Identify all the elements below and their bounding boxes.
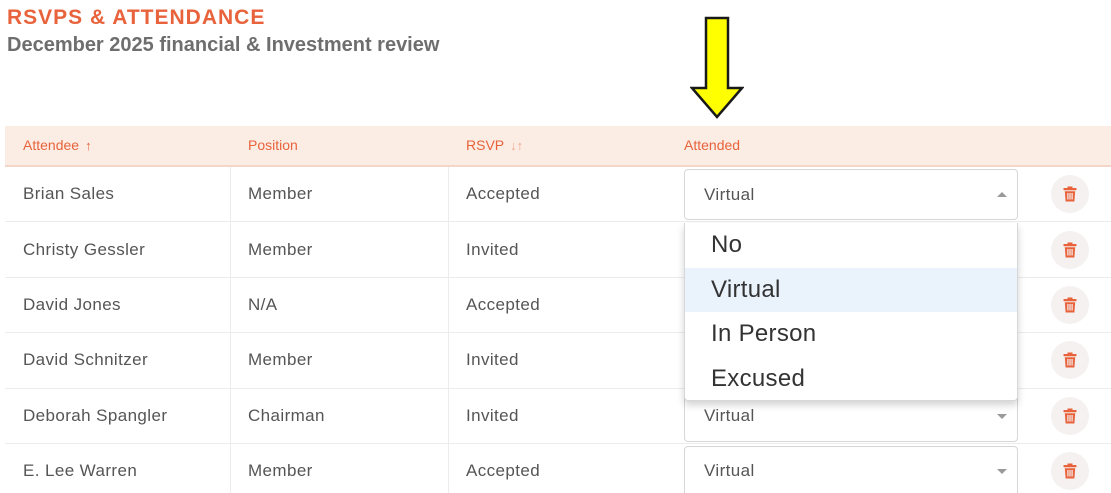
column-divider — [448, 222, 449, 277]
attended-select[interactable]: Virtual — [684, 169, 1018, 220]
trash-icon — [1063, 463, 1077, 479]
rsvp-status: Accepted — [466, 461, 541, 481]
attended-value: Virtual — [704, 184, 755, 204]
attendee-position: Member — [248, 184, 313, 204]
column-divider — [448, 167, 449, 222]
attended-value: Virtual — [704, 461, 755, 481]
attended-select[interactable]: Virtual — [684, 445, 1018, 493]
column-divider — [448, 277, 449, 333]
dropdown-caret-down-icon — [997, 414, 1007, 420]
delete-button[interactable] — [1051, 285, 1089, 324]
attendee-position: N/A — [248, 294, 278, 314]
dropdown-option-in-person[interactable]: In Person — [685, 312, 1017, 357]
table-header: Attendee ↑ Position RSVP ↓↑ Attended — [5, 126, 1111, 167]
trash-icon — [1063, 186, 1077, 202]
column-divider — [230, 443, 231, 493]
column-divider — [230, 277, 231, 333]
column-header-label: Attended — [684, 137, 741, 153]
delete-button[interactable] — [1051, 175, 1089, 214]
column-header-label: Attendee — [23, 137, 80, 153]
column-divider — [230, 388, 231, 443]
dropdown-option-excused[interactable]: Excused — [685, 357, 1017, 402]
column-divider — [448, 388, 449, 443]
annotation-arrow-icon — [690, 16, 744, 119]
attendee-name: E. Lee Warren — [23, 461, 138, 481]
rsvp-status: Invited — [466, 350, 519, 370]
column-header-attendee[interactable]: Attendee ↑ — [23, 126, 92, 165]
table-row: Brian Sales Member Accepted Virtual — [5, 167, 1111, 223]
attendee-name: David Jones — [23, 294, 121, 314]
section-title: RSVPS & ATTENDANCE — [7, 6, 266, 29]
column-divider — [230, 167, 231, 222]
column-header-label: Position — [248, 137, 298, 153]
dropdown-option-virtual[interactable]: Virtual — [685, 267, 1017, 312]
attendee-position: Chairman — [248, 405, 325, 425]
column-divider — [230, 333, 231, 388]
rsvp-status: Accepted — [466, 294, 541, 314]
delete-button[interactable] — [1051, 396, 1089, 435]
delete-button[interactable] — [1051, 341, 1089, 380]
attended-dropdown-menu: No Virtual In Person Excused — [684, 223, 1018, 401]
column-header-attended[interactable]: Attended — [684, 126, 740, 165]
column-header-label: RSVP — [466, 137, 505, 153]
dropdown-option-no[interactable]: No — [685, 223, 1017, 268]
rsvp-status: Accepted — [466, 184, 541, 204]
attendee-name: Deborah Spangler — [23, 405, 168, 425]
trash-icon — [1063, 408, 1077, 424]
column-divider — [448, 333, 449, 388]
attendee-name: Christy Gessler — [23, 239, 146, 259]
delete-button[interactable] — [1051, 452, 1089, 491]
rsvp-status: Invited — [466, 405, 519, 425]
trash-icon — [1063, 352, 1077, 368]
table-row: E. Lee Warren Member Accepted Virtual — [5, 443, 1111, 493]
dropdown-caret-down-icon — [997, 469, 1007, 475]
column-divider — [448, 443, 449, 493]
attendee-name: David Schnitzer — [23, 350, 149, 370]
attendee-position: Member — [248, 461, 313, 481]
column-header-position[interactable]: Position — [248, 126, 298, 165]
trash-icon — [1063, 297, 1077, 313]
attendee-position: Member — [248, 239, 313, 259]
trash-icon — [1063, 242, 1077, 258]
rsvp-status: Invited — [466, 239, 519, 259]
meeting-subtitle: December 2025 financial & Investment rev… — [7, 34, 440, 56]
sort-toggle-icon: ↓↑ — [510, 138, 524, 153]
attendee-name: Brian Sales — [23, 184, 115, 204]
dropdown-caret-up-icon — [997, 191, 1007, 197]
sort-ascending-icon: ↑ — [85, 138, 92, 153]
column-divider — [230, 222, 231, 277]
attendee-position: Member — [248, 350, 313, 370]
delete-button[interactable] — [1051, 230, 1089, 269]
column-header-rsvp[interactable]: RSVP ↓↑ — [466, 126, 523, 165]
